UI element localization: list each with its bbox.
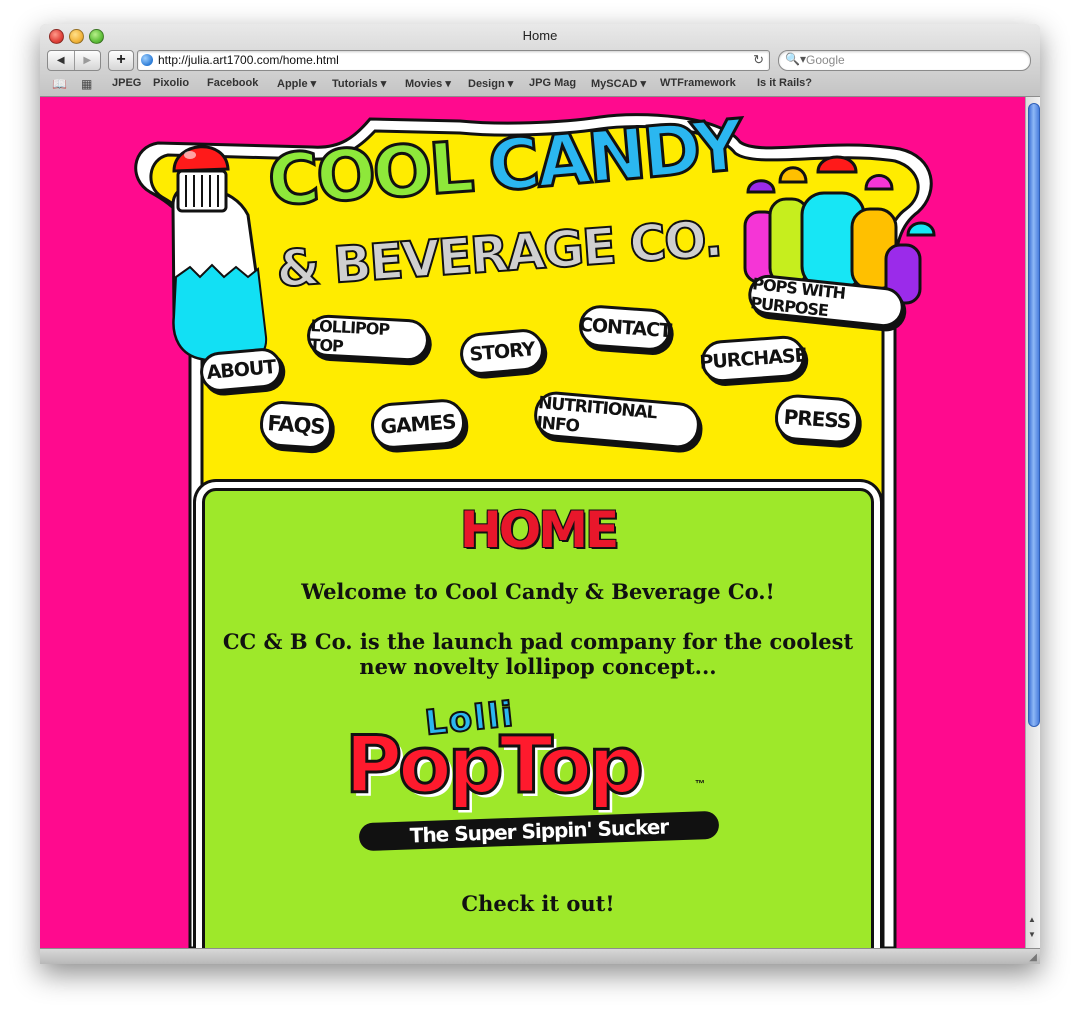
product-logo-main: PopTop bbox=[344, 720, 646, 813]
forward-arrow-icon[interactable]: ▶ bbox=[73, 51, 101, 70]
bookmarks-bar: 📖 ▦ JPEG Pixolio Facebook Apple ▾ Tutori… bbox=[40, 75, 1040, 93]
nav-contact[interactable]: CONTACT bbox=[577, 303, 673, 353]
call-to-action[interactable]: Check it out! bbox=[205, 891, 871, 916]
search-icon: 🔍▾ bbox=[785, 52, 806, 66]
bookmark-tutorials[interactable]: Tutorials ▾ bbox=[332, 77, 386, 90]
scroll-up-arrow-icon[interactable]: ▲ bbox=[1028, 915, 1036, 924]
back-arrow-icon[interactable]: ◀ bbox=[48, 51, 74, 70]
bookmark-wtframework[interactable]: WTFramework bbox=[660, 77, 736, 89]
bookmark-is-it-rails[interactable]: Is it Rails? bbox=[757, 77, 812, 89]
logo-cool: COOL bbox=[264, 125, 475, 224]
bookmark-design[interactable]: Design ▾ bbox=[468, 77, 513, 90]
globe-icon bbox=[141, 54, 153, 66]
bookmark-pixolio[interactable]: Pixolio bbox=[153, 77, 189, 89]
history-buttons: ◀ ▶ bbox=[47, 50, 101, 71]
product-logo[interactable]: Lolli PopTop ™ The Super Sippin' Sucker bbox=[344, 693, 725, 859]
status-bar: ◢ bbox=[40, 948, 1040, 964]
bookmark-apple[interactable]: Apple ▾ bbox=[277, 77, 316, 90]
resize-grip-icon[interactable]: ◢ bbox=[1029, 952, 1037, 963]
nav-press[interactable]: PRESS bbox=[773, 393, 861, 445]
welcome-text: Welcome to Cool Candy & Beverage Co.! bbox=[301, 579, 775, 604]
top-sites-grid-icon[interactable]: ▦ bbox=[81, 77, 92, 91]
nav-faqs[interactable]: FAQS bbox=[258, 399, 334, 451]
nav-lollipop-top[interactable]: LOLLIPOP TOP bbox=[305, 313, 431, 363]
address-bar[interactable]: http://julia.art1700.com/home.html ↻ bbox=[137, 50, 770, 71]
nav-purchase[interactable]: PURCHASE bbox=[699, 334, 807, 384]
intro-line-2: new novelty lollipop concept... bbox=[359, 654, 717, 679]
intro-line-1: CC & B Co. is the launch pad company for… bbox=[222, 629, 854, 654]
product-tagline: The Super Sippin' Sucker bbox=[358, 810, 720, 852]
page-viewport: COOL CANDY & BEVERAGE CO. POPS WITH PURP… bbox=[40, 97, 1025, 948]
url-text[interactable]: http://julia.art1700.com/home.html bbox=[158, 53, 339, 67]
vertical-scrollbar[interactable]: ▲ ▼ bbox=[1025, 97, 1040, 948]
bookmark-facebook[interactable]: Facebook bbox=[207, 77, 258, 89]
page-heading: HOME bbox=[459, 501, 619, 559]
add-bookmark-button[interactable]: + bbox=[108, 50, 134, 71]
search-placeholder: Google bbox=[806, 53, 845, 67]
search-field[interactable]: 🔍▾ Google bbox=[778, 50, 1031, 71]
content-panel: HOME Welcome to Cool Candy & Beverage Co… bbox=[202, 488, 874, 948]
nav-games[interactable]: GAMES bbox=[369, 397, 467, 451]
reload-icon[interactable]: ↻ bbox=[753, 52, 764, 68]
bookmark-movies[interactable]: Movies ▾ bbox=[405, 77, 451, 90]
bookmark-jpg-mag[interactable]: JPG Mag bbox=[529, 77, 576, 89]
reading-list-icon[interactable]: 📖 bbox=[52, 77, 67, 91]
bookmark-jpeg[interactable]: JPEG bbox=[112, 77, 141, 89]
bookmark-myscad[interactable]: MySCAD ▾ bbox=[591, 77, 646, 90]
scroll-down-arrow-icon[interactable]: ▼ bbox=[1028, 930, 1036, 939]
scrollbar-thumb[interactable] bbox=[1028, 103, 1040, 727]
browser-window: Home ◀ ▶ + http://julia.art1700.com/home… bbox=[40, 24, 1040, 964]
product-tm: ™ bbox=[695, 779, 705, 790]
window-title: Home bbox=[522, 28, 558, 43]
title-bar: Home ◀ ▶ + http://julia.art1700.com/home… bbox=[40, 24, 1040, 97]
